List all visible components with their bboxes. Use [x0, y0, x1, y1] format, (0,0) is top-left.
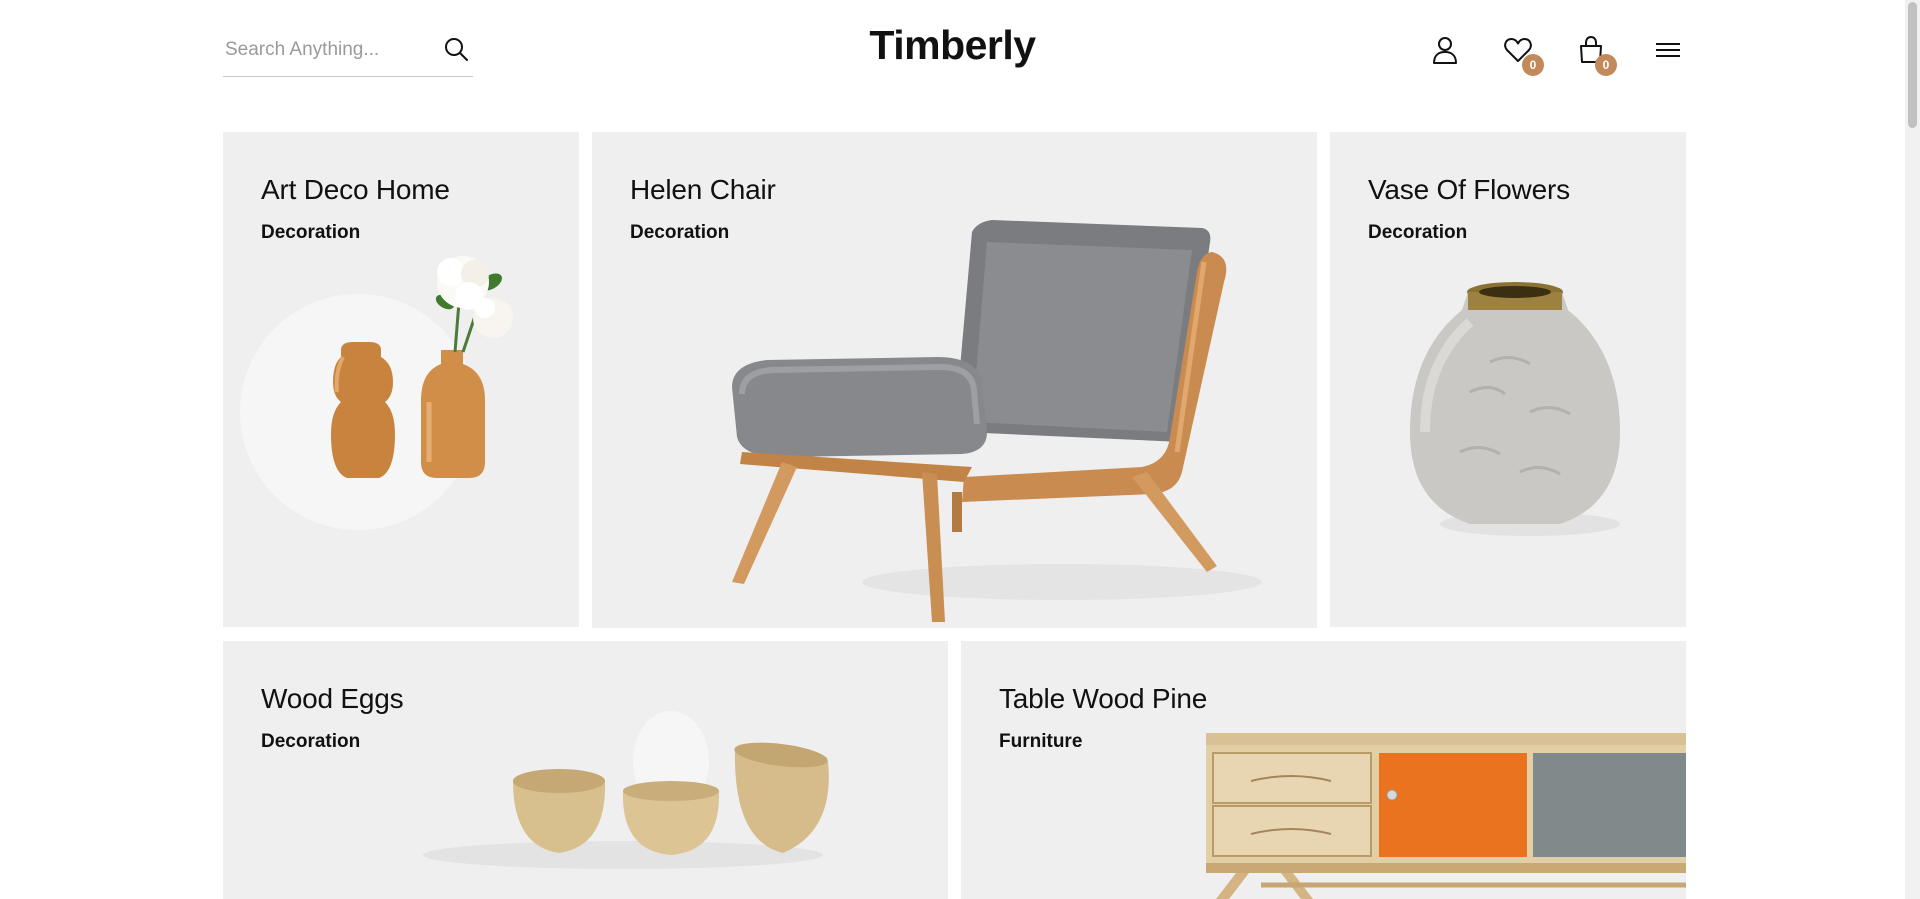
scrollbar-thumb[interactable] — [1908, 2, 1917, 128]
menu-icon — [1656, 43, 1680, 57]
cart-count-badge: 0 — [1595, 54, 1617, 76]
product-category[interactable]: Decoration — [261, 222, 360, 244]
product-title[interactable]: Table Wood Pine — [999, 683, 1207, 715]
product-category[interactable]: Decoration — [1368, 222, 1467, 244]
product-title[interactable]: Helen Chair — [630, 174, 776, 206]
product-image — [423, 711, 829, 869]
product-image — [1410, 282, 1620, 536]
cart-button[interactable]: 0 — [1571, 30, 1617, 76]
wishlist-count-badge: 0 — [1522, 54, 1544, 76]
site-header: Timberly 0 0 — [0, 0, 1905, 110]
product-card-wood-eggs[interactable]: Wood Eggs Decoration — [223, 641, 948, 899]
product-title[interactable]: Vase Of Flowers — [1368, 174, 1570, 206]
product-title[interactable]: Art Deco Home — [261, 174, 450, 206]
site-logo[interactable]: Timberly — [0, 22, 1905, 69]
product-image — [732, 220, 1262, 622]
product-category[interactable]: Decoration — [630, 222, 729, 244]
product-title[interactable]: Wood Eggs — [261, 683, 404, 715]
wishlist-button[interactable]: 0 — [1498, 30, 1544, 76]
product-card-helen-chair[interactable]: Helen Chair Decoration — [592, 132, 1317, 628]
product-image — [240, 256, 513, 530]
user-icon — [1433, 37, 1457, 64]
menu-button[interactable] — [1648, 30, 1688, 70]
product-card-vase-of-flowers[interactable]: Vase Of Flowers Decoration — [1330, 132, 1686, 627]
page-scrollbar[interactable] — [1905, 0, 1920, 899]
product-category[interactable]: Decoration — [261, 731, 360, 753]
product-card-art-deco-home[interactable]: Art Deco Home Decoration — [223, 132, 579, 627]
product-category[interactable]: Furniture — [999, 731, 1082, 753]
product-image — [1206, 733, 1686, 899]
product-card-table-wood-pine[interactable]: Table Wood Pine Furniture — [961, 641, 1686, 899]
account-button[interactable] — [1425, 30, 1465, 70]
